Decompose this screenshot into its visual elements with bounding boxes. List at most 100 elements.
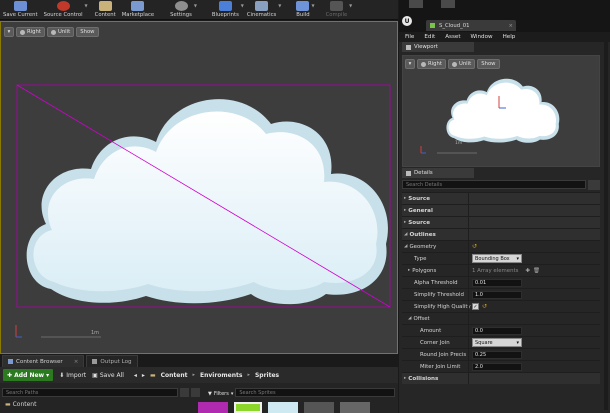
- tab-content-browser[interactable]: Content Browser ×: [2, 355, 85, 367]
- dropdown-arrow-icon[interactable]: ▼: [311, 3, 314, 8]
- simplify-high-quality-label: Simplify High Quality: [414, 303, 471, 310]
- breadcrumb-sprites[interactable]: Sprites: [255, 372, 279, 379]
- asset-thumbnail[interactable]: [340, 402, 370, 413]
- asset-thumbnail[interactable]: [234, 402, 262, 413]
- blueprints-button[interactable]: Blueprints ▼: [209, 0, 244, 20]
- corner-join-label: Corner Join: [420, 339, 450, 346]
- menu-asset[interactable]: Asset: [445, 34, 460, 40]
- content-button[interactable]: Content: [92, 0, 119, 20]
- marketplace-button[interactable]: Marketplace: [119, 0, 157, 20]
- category-general[interactable]: ▸ General: [402, 204, 600, 216]
- tab-viewport[interactable]: Viewport: [402, 42, 474, 52]
- cloud-sprite-preview[interactable]: [16, 84, 393, 308]
- corner-join-value: Square: [475, 339, 493, 346]
- close-icon[interactable]: ×: [509, 23, 513, 29]
- save-icon: [13, 1, 27, 11]
- close-icon[interactable]: ×: [74, 359, 79, 365]
- dropdown-arrow-icon[interactable]: ▼: [349, 3, 352, 8]
- delete-icon[interactable]: 🗑: [533, 268, 540, 274]
- simplify-high-quality-row: Simplify High Quality ✓ ↺: [402, 300, 600, 312]
- show-button[interactable]: Show: [477, 59, 500, 69]
- show-button[interactable]: Show: [76, 27, 99, 37]
- reset-to-default-icon[interactable]: ↺: [472, 243, 477, 250]
- menu-window[interactable]: Window: [471, 34, 493, 40]
- menu-edit[interactable]: Edit: [424, 34, 435, 40]
- category-source-2[interactable]: ▸ Source: [402, 216, 600, 228]
- import-button[interactable]: ⬇ Import: [59, 372, 86, 379]
- cinematics-button[interactable]: Cinematics ▼: [244, 0, 281, 20]
- geometry-label: Geometry: [409, 243, 437, 250]
- dropdown-arrow-icon[interactable]: ▼: [194, 3, 197, 8]
- simplify-threshold-input[interactable]: 1.0: [472, 290, 522, 299]
- tab-output-log[interactable]: Output Log: [86, 355, 138, 367]
- lit-mode-button[interactable]: Unlit: [447, 59, 476, 69]
- view-options-icon[interactable]: [191, 388, 200, 397]
- toolbar-icon[interactable]: [409, 0, 423, 8]
- blueprints-label: Blueprints: [211, 12, 239, 18]
- content-icon: [98, 1, 112, 11]
- asset-thumbnail[interactable]: [304, 402, 334, 413]
- toolbar-icon[interactable]: [441, 0, 455, 8]
- expand-arrow-icon[interactable]: ▸: [408, 268, 410, 273]
- category-collisions[interactable]: ▸ Collisions: [402, 372, 600, 384]
- round-join-input[interactable]: 0.25: [472, 350, 522, 359]
- corner-join-dropdown[interactable]: Square ▾: [472, 338, 522, 347]
- breadcrumb-enviroments[interactable]: Enviroments: [200, 372, 242, 379]
- dropdown-arrow-icon[interactable]: ▼: [278, 3, 281, 8]
- amount-input[interactable]: 0.0: [472, 326, 522, 335]
- view-mode-button[interactable]: Right: [417, 59, 446, 69]
- back-arrow-icon[interactable]: ◂: [134, 372, 137, 379]
- reset-to-default-icon[interactable]: ↺: [482, 303, 487, 310]
- viewport-options-button[interactable]: ▾: [4, 27, 14, 37]
- geometry-row[interactable]: ◢ Geometry ↺: [402, 240, 600, 252]
- save-all-button[interactable]: ▣ Save All: [92, 372, 124, 379]
- sprite-viewport[interactable]: ▾ Right Unlit Show 1m: [402, 55, 600, 167]
- chevron-down-icon: ▾: [230, 390, 234, 397]
- search-row: Search Paths ▼ Filters ▾ Search Sprites: [0, 388, 398, 399]
- document-tab[interactable]: S_Cloud_01 ×: [426, 20, 516, 31]
- compile-button[interactable]: Compile ▼: [323, 0, 352, 20]
- miter-join-input[interactable]: 2.0: [472, 362, 522, 371]
- tab-details[interactable]: Details: [402, 168, 474, 178]
- view-mode-button[interactable]: Right: [16, 27, 45, 37]
- category-outlines[interactable]: ◢ Outlines: [402, 228, 600, 240]
- editor-menu-bar: File Edit Asset Window Help: [399, 32, 610, 42]
- source-control-button[interactable]: Source Control ▼: [41, 0, 88, 20]
- add-new-button[interactable]: ✚ Add New ▾: [3, 369, 54, 381]
- breadcrumb-content[interactable]: Content: [161, 372, 188, 379]
- viewport-options-button[interactable]: ▾: [405, 59, 415, 69]
- build-button[interactable]: Build ▼: [293, 0, 315, 20]
- type-dropdown[interactable]: Bounding Box ▾: [472, 254, 522, 263]
- save-current-button[interactable]: Save Current: [0, 0, 41, 20]
- unlit-icon: [50, 29, 56, 35]
- details-search-input[interactable]: Search Details: [402, 180, 586, 189]
- search-icon[interactable]: [180, 388, 189, 397]
- settings-label: Settings: [170, 12, 192, 18]
- add-element-icon[interactable]: ✚: [525, 268, 530, 274]
- search-paths-input[interactable]: Search Paths: [2, 388, 178, 397]
- scale-label: 1m: [91, 330, 100, 336]
- dropdown-arrow-icon[interactable]: ▼: [85, 3, 88, 8]
- lit-mode-button[interactable]: Unlit: [46, 27, 75, 37]
- tree-item-content[interactable]: ▬ Content: [5, 401, 36, 408]
- asset-thumbnail[interactable]: [268, 402, 298, 413]
- alpha-threshold-input[interactable]: 0.01: [472, 278, 522, 287]
- content-browser-toolbar: ✚ Add New ▾ ⬇ Import ▣ Save All ◂ ▸ ▬ Cont…: [0, 367, 398, 383]
- category-source[interactable]: ▸ Source: [402, 192, 600, 204]
- search-sprites-input[interactable]: Search Sprites: [235, 388, 396, 397]
- compile-label: Compile: [325, 12, 348, 18]
- level-viewport[interactable]: ▾ Right Unlit Show 1m: [0, 21, 398, 354]
- viewport-tab-label: Viewport: [414, 44, 438, 50]
- menu-help[interactable]: Help: [503, 34, 516, 40]
- offset-row[interactable]: ◢ Offset: [402, 312, 600, 324]
- menu-file[interactable]: File: [405, 34, 414, 40]
- tab-content-browser-label: Content Browser: [16, 358, 63, 365]
- forward-arrow-icon[interactable]: ▸: [142, 372, 145, 379]
- filters-button[interactable]: ▼ Filters ▾: [208, 388, 233, 399]
- asset-thumbnail[interactable]: [198, 402, 228, 413]
- details-panel: Details Search Details ▸ Source ▸ General …: [402, 168, 600, 413]
- simplify-high-quality-checkbox[interactable]: ✓: [472, 303, 479, 310]
- settings-button[interactable]: Settings ▼: [167, 0, 197, 20]
- scrollbar[interactable]: [604, 40, 608, 410]
- view-options-icon[interactable]: [588, 180, 600, 190]
